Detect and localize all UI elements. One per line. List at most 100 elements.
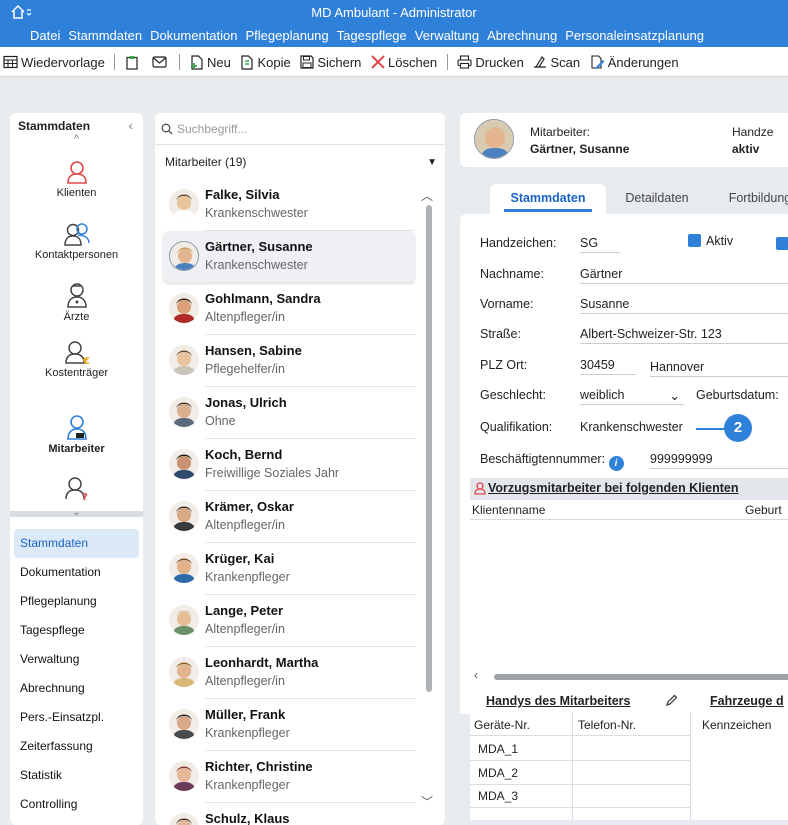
callout-line <box>696 428 726 430</box>
group-header[interactable]: Mitarbeiter (19) <box>165 155 246 169</box>
scroll-left-icon[interactable]: ‹ <box>474 668 478 682</box>
mail-button[interactable] <box>149 47 173 76</box>
module-pflegeplanung[interactable]: Pflegeplanung <box>14 587 139 616</box>
col-klientenname[interactable]: Klientenname <box>472 503 545 517</box>
menu-verwaltung[interactable]: Verwaltung <box>411 24 483 43</box>
nav-kontaktpersonen[interactable]: Kontaktpersonen <box>10 221 143 261</box>
loeschen-button[interactable]: Löschen <box>368 47 440 76</box>
second-checkbox[interactable] <box>776 237 788 250</box>
collapse-icon[interactable]: ‹ <box>128 117 133 133</box>
menu-datei[interactable]: Datei <box>0 24 64 43</box>
qualifikation-field[interactable]: Krankenschwester <box>580 420 700 436</box>
neu-button[interactable]: Neu <box>187 47 234 76</box>
col-geraete-nr[interactable]: Geräte-Nr. <box>474 718 530 732</box>
nav-klienten[interactable]: Klienten <box>10 159 143 199</box>
handzeichen-field[interactable]: SG <box>580 236 620 253</box>
search-box[interactable]: Suchbegriff... <box>155 113 445 145</box>
nav-kostentraeger[interactable]: € Kostenträger <box>10 339 143 379</box>
avatar <box>169 501 199 531</box>
save-icon <box>300 55 314 69</box>
strasse-field[interactable]: Albert-Schweizer-Str. 123 <box>580 327 788 344</box>
employee-list-item[interactable]: Hansen, Sabine Pflegehelfer/in <box>163 335 415 387</box>
group-dropdown-icon[interactable]: ▼ <box>427 157 437 168</box>
employee-list-item[interactable]: Lange, Peter Altenpfleger/in <box>163 595 415 647</box>
geschlecht-select[interactable]: weiblich ⌄ <box>580 388 684 405</box>
neu-label: Neu <box>206 54 231 70</box>
tab-detaildaten[interactable]: Detaildaten <box>612 184 702 214</box>
separator <box>179 54 181 70</box>
table-row[interactable]: MDA_1 <box>478 742 518 756</box>
handys-title[interactable]: Handys des Mitarbeiters <box>486 694 631 708</box>
employee-list-item[interactable]: Falke, Silvia Krankenschwester <box>163 179 415 231</box>
module-pers-einsatzpl[interactable]: Pers.-Einsatzpl. <box>14 703 139 732</box>
nav-mitarbeiter[interactable]: Mitarbeiter <box>10 413 143 455</box>
info-icon[interactable]: i <box>608 456 624 471</box>
horizontal-scrollbar[interactable]: ‹ <box>470 668 788 684</box>
employee-list-item[interactable]: Krämer, Oskar Altenpfleger/in <box>163 491 415 543</box>
employee-list-item[interactable]: Richter, Christine Krankenpfleger <box>163 751 415 803</box>
scroll-down-icon[interactable]: ⌄ <box>10 507 143 518</box>
wiedervorlage-button[interactable]: Wiedervorlage <box>0 47 108 76</box>
employee-list-item[interactable]: Koch, Bernd Freiwillige Soziales Jahr <box>163 439 415 491</box>
col-telefon-nr[interactable]: Telefon-Nr. <box>578 718 636 732</box>
nachname-field[interactable]: Gärtner <box>580 267 788 284</box>
menu-dokumentation[interactable]: Dokumentation <box>146 24 241 43</box>
scroll-up-icon[interactable]: ︿ <box>421 187 433 204</box>
employee-list-item[interactable]: Jonas, Ulrich Ohne <box>163 387 415 439</box>
module-statistik[interactable]: Statistik <box>14 761 139 790</box>
module-zeiterfassung[interactable]: Zeiterfassung <box>14 732 139 761</box>
employee-list-item[interactable]: Leonhardt, Martha Altenpfleger/in <box>163 647 415 699</box>
scan-button[interactable]: Scan <box>530 47 583 76</box>
divider <box>572 712 573 820</box>
scrollbar-thumb[interactable] <box>494 674 788 680</box>
module-abrechnung[interactable]: Abrechnung <box>14 674 139 703</box>
kopie-button[interactable]: Kopie <box>237 47 293 76</box>
plz-field[interactable]: 30459 <box>580 358 636 375</box>
clipboard-icon <box>126 55 138 70</box>
menu-tagespflege[interactable]: Tagespflege <box>333 24 411 43</box>
module-tagespflege[interactable]: Tagespflege <box>14 616 139 645</box>
nav-aerzte[interactable]: Ärzte <box>10 281 143 323</box>
edit-pencil-icon[interactable] <box>666 694 678 706</box>
module-verwaltung[interactable]: Verwaltung <box>14 645 139 674</box>
menu-abrechnung[interactable]: Abrechnung <box>483 24 561 43</box>
sichern-button[interactable]: Sichern <box>297 47 364 76</box>
search-input[interactable]: Suchbegriff... <box>177 122 248 136</box>
beschaeftigtennummer-field[interactable]: 999999999 <box>650 452 788 469</box>
drucken-button[interactable]: Drucken <box>454 47 526 76</box>
employee-list-item[interactable]: Gohlmann, Sandra Altenpfleger/in <box>163 283 415 335</box>
table-row[interactable]: MDA_2 <box>478 766 518 780</box>
aktiv-checkbox[interactable]: Aktiv <box>688 234 733 248</box>
avatar <box>169 605 199 635</box>
aenderungen-button[interactable]: Änderungen <box>587 47 682 76</box>
preferred-clients-title[interactable]: Vorzugsmitarbeiter bei folgenden Kliente… <box>488 481 739 495</box>
col-geburt[interactable]: Geburt <box>745 503 782 517</box>
tab-stammdaten[interactable]: Stammdaten <box>490 184 606 214</box>
scroll-down-icon[interactable]: ﹀ <box>421 793 433 810</box>
clipboard-button[interactable] <box>122 47 145 76</box>
beschaeftigtennummer-label: Beschäftigtennummer: i <box>480 452 624 471</box>
module-stammdaten[interactable]: Stammdaten <box>14 529 139 558</box>
tab-fortbildung[interactable]: Fortbildung <box>710 184 788 214</box>
ort-field[interactable]: Hannover <box>650 360 788 377</box>
menu-stammdaten[interactable]: Stammdaten <box>64 24 146 43</box>
module-dokumentation[interactable]: Dokumentation <box>14 558 139 587</box>
module-controlling[interactable]: Controlling <box>14 790 139 819</box>
vorname-field[interactable]: Susanne <box>580 297 788 314</box>
employee-list-item[interactable]: Krüger, Kai Krankenpfleger <box>163 543 415 595</box>
employee-list-item[interactable]: Schulz, Klaus <box>163 803 415 825</box>
fahrzeuge-title[interactable]: Fahrzeuge d <box>710 694 784 708</box>
new-document-icon <box>190 54 203 70</box>
clients-table-header: Klientenname Geburt <box>470 500 788 520</box>
col-kennzeichen[interactable]: Kennzeichen <box>702 718 771 732</box>
list-scrollbar[interactable] <box>426 205 432 692</box>
nav-header: Stammdaten <box>18 119 91 133</box>
clients-table-body <box>470 520 788 670</box>
scroll-up-icon[interactable]: ^ <box>10 133 143 145</box>
nav-unknown[interactable]: ? <box>10 475 143 503</box>
menu-pflegeplanung[interactable]: Pflegeplanung <box>242 24 333 43</box>
employee-list-item[interactable]: Gärtner, Susanne Krankenschwester <box>163 231 415 283</box>
menu-personaleinsatzplanung[interactable]: Personaleinsatzplanung <box>561 24 708 43</box>
table-row[interactable]: MDA_3 <box>478 789 518 803</box>
employee-list-item[interactable]: Müller, Frank Krankenpfleger <box>163 699 415 751</box>
